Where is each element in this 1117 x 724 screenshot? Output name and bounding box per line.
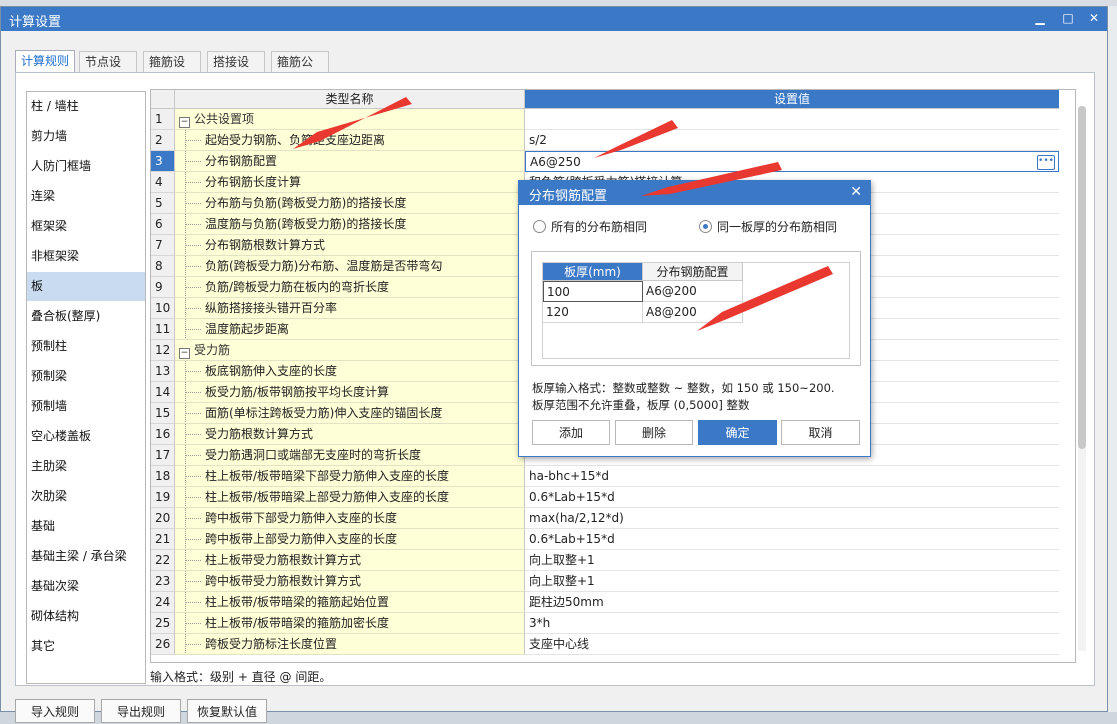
annotation-arrow [594,120,678,158]
annotation-arrow [697,266,833,331]
annotation-arrows [293,97,833,331]
annotation-arrow [641,162,782,196]
annotation-arrow [293,97,412,149]
